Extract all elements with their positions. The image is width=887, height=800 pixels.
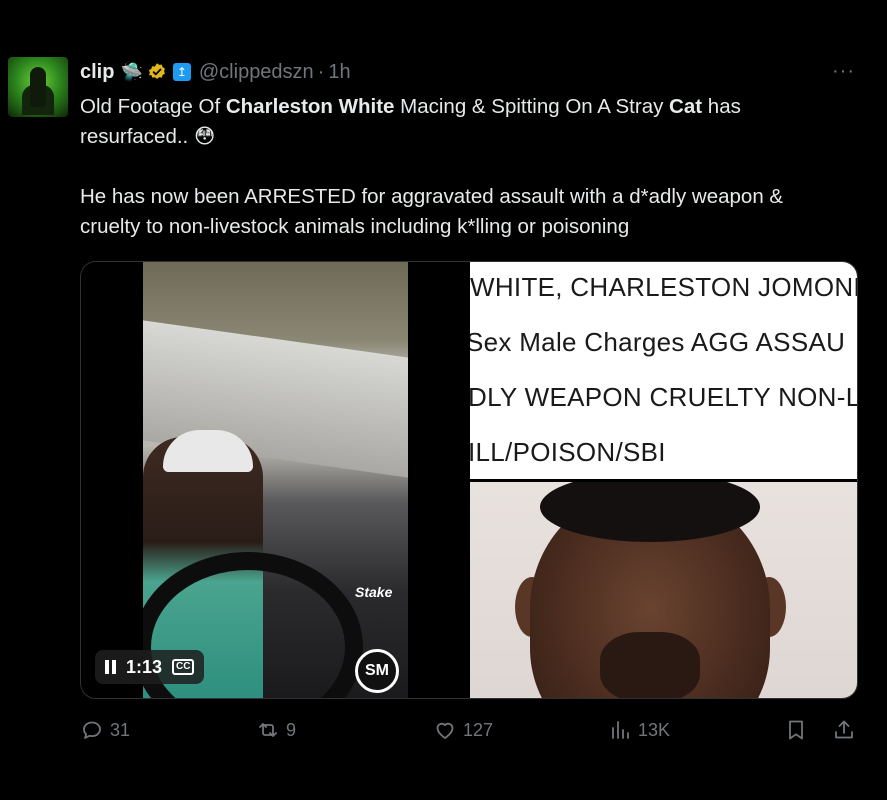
- views-button[interactable]: 13K: [608, 718, 670, 742]
- repost-icon: [259, 723, 277, 737]
- share-button[interactable]: [832, 718, 856, 742]
- like-button[interactable]: 127: [433, 718, 493, 742]
- separator: ·: [317, 60, 325, 83]
- like-count: 127: [463, 719, 494, 740]
- reply-icon: [83, 721, 101, 739]
- video-player[interactable]: Stake SM 1:13 CC: [81, 262, 468, 698]
- name-emoji: 🛸: [120, 61, 143, 82]
- timestamp[interactable]: 1h: [328, 61, 350, 84]
- tweet-line-2: resurfaced.. 😳: [80, 125, 216, 148]
- tweet-line-3: He has now been ARRESTED for aggravated …: [80, 185, 784, 208]
- sm-logo: SM: [355, 649, 399, 693]
- doc-line-2: Sex Male Charges AGG ASSAU: [470, 327, 846, 357]
- tweet-line-1: Old Footage Of Charleston White Macing &…: [80, 95, 741, 118]
- views-icon: [612, 721, 629, 739]
- captions-icon[interactable]: CC: [172, 659, 195, 675]
- bookmark-button[interactable]: [784, 718, 808, 742]
- author-handle[interactable]: @clippedszn: [199, 61, 314, 84]
- bookmark-icon: [789, 720, 803, 740]
- more-options-icon[interactable]: ···: [832, 60, 855, 83]
- video-time: 1:13: [126, 656, 163, 677]
- avatar[interactable]: [8, 57, 68, 117]
- video-controls: 1:13 CC: [95, 650, 205, 684]
- views-count: 13K: [638, 719, 671, 740]
- tweet-actions: 31 9 127 13K: [80, 718, 860, 748]
- verified-badge-icon[interactable]: [147, 62, 167, 82]
- mugshot-image[interactable]: [470, 482, 857, 698]
- tweet-media[interactable]: Stake SM 1:13 CC WHITE, CHARLESTON JOMON…: [80, 261, 858, 699]
- video-frame[interactable]: Stake SM: [143, 262, 408, 698]
- stake-watermark: Stake: [355, 584, 393, 600]
- affiliate-badge-icon[interactable]: ↥: [172, 63, 191, 81]
- reply-count: 31: [110, 719, 131, 740]
- arrest-record-image[interactable]: WHITE, CHARLESTON JOMONE Sex Male Charge…: [470, 262, 858, 479]
- author-name[interactable]: clip: [80, 61, 114, 84]
- reply-button[interactable]: 31: [80, 718, 130, 742]
- heart-icon: [436, 722, 454, 739]
- pause-icon[interactable]: [105, 660, 116, 674]
- doc-line-1: WHITE, CHARLESTON JOMONE: [470, 272, 858, 302]
- tweet-line-4: cruelty to non-livestock animals includi…: [80, 215, 630, 238]
- share-icon: [835, 720, 853, 739]
- repost-count: 9: [286, 719, 297, 740]
- repost-button[interactable]: 9: [256, 718, 296, 742]
- tweet-text: Old Footage Of Charleston White Macing &…: [80, 92, 870, 242]
- doc-line-4: ILL/POISON/SBI: [470, 437, 666, 467]
- doc-line-3: DLY WEAPON CRUELTY NON-L: [470, 382, 858, 412]
- tweet-header: clip 🛸 ↥ @clippedszn · 1h: [80, 60, 351, 84]
